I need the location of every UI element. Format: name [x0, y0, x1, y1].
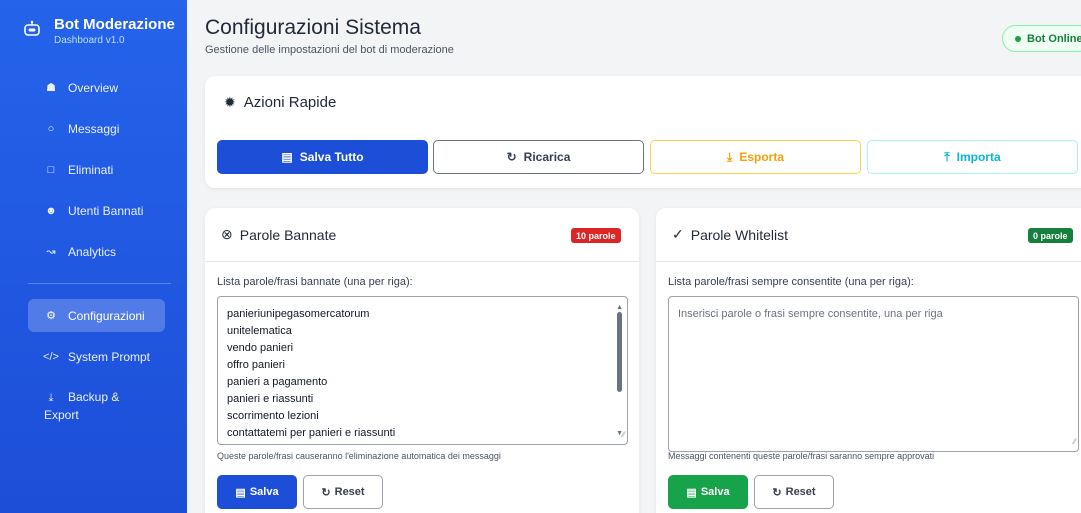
sidebar-item-system-prompt[interactable]: </> System Prompt — [28, 340, 165, 373]
banned-reset-label: Reset — [334, 486, 365, 498]
banned-save-label: Salva — [249, 486, 279, 498]
status-badge: Bot Online — [1002, 25, 1081, 52]
sidebar-item-label: Overview — [68, 80, 119, 95]
robot-icon — [24, 20, 40, 36]
whitelist-field-label: Lista parole/frasi sempre consentite (un… — [668, 276, 914, 288]
download-icon: ⤓ — [727, 149, 733, 164]
app-version: Dashboard v1.0 — [54, 35, 125, 46]
banned-line: scorrimento lezioni — [227, 410, 319, 422]
check-circle-icon: ✓ — [672, 226, 684, 242]
import-label: Importa — [956, 150, 1001, 164]
whitelist-title: Parole Whitelist — [690, 226, 788, 243]
user-ban-icon: ☻ — [45, 204, 57, 217]
page-subtitle: Gestione delle impostazioni del bot di m… — [205, 44, 454, 56]
banned-line: panieriunipegasomercatorum — [227, 308, 370, 320]
whitelist-textarea[interactable]: Inserisci parole o frasi sempre consenti… — [668, 296, 1079, 452]
whitelist-count-badge: 0 parole — [1028, 228, 1073, 243]
reload-button[interactable]: ↻ Ricarica — [433, 140, 644, 174]
banned-line: panieri e riassunti — [227, 393, 314, 405]
sidebar-item-label: Backup & — [68, 390, 120, 404]
banned-line: unitelematica — [227, 325, 292, 337]
refresh-icon: ↻ — [506, 150, 517, 164]
download-icon: ⤓ — [48, 392, 54, 404]
save-all-button[interactable]: ▤ Salva Tutto — [217, 140, 428, 174]
gear-icon: ⚙ — [46, 310, 56, 322]
x-circle-icon: ⊗ — [221, 226, 233, 242]
whitelist-help-text: Messaggi contenenti queste parole/frasi … — [668, 451, 935, 461]
whitelist-card: ✓ Parole Whitelist 0 parole Lista parole… — [656, 208, 1081, 513]
whitelist-reset-label: Reset — [785, 486, 816, 498]
home-icon: ☗ — [46, 82, 56, 94]
sidebar-item-label: Analytics — [68, 244, 117, 259]
banned-save-button[interactable]: ▤ Salva — [217, 475, 297, 509]
status-text: Bot Online — [1027, 32, 1081, 45]
sidebar-item-label: Messaggi — [68, 121, 120, 136]
banned-words-header: ⊗ Parole Bannate 10 parole — [205, 208, 639, 262]
chart-icon: ↝ — [46, 246, 56, 258]
banned-line: vendo panieri — [227, 342, 294, 354]
code-icon: </> — [43, 350, 59, 363]
export-label: Esporta — [739, 150, 784, 164]
save-icon: ▤ — [281, 150, 293, 164]
sidebar-item-label: Configurazioni — [68, 308, 145, 323]
banned-count-badge: 10 parole — [571, 228, 621, 243]
sidebar-item-overview[interactable]: ☗ Overview — [28, 71, 165, 104]
resize-handle-icon[interactable]: ∕∕ — [1073, 433, 1076, 450]
upload-icon: ⤒ — [944, 149, 950, 164]
sidebar-item-eliminati[interactable]: □ Eliminati — [28, 153, 165, 186]
banned-field-label: Lista parole/frasi bannate (una per riga… — [217, 276, 413, 288]
sidebar-item-utenti-bannati[interactable]: ☻ Utenti Bannati — [28, 194, 165, 227]
sidebar-item-configurazioni[interactable]: ⚙ Configurazioni — [28, 299, 165, 332]
whitelist-placeholder: Inserisci parole o frasi sempre consenti… — [678, 308, 943, 320]
scrollbar-thumb[interactable] — [617, 312, 622, 392]
app-title: Bot Moderazione — [54, 16, 175, 33]
lightning-icon: ✹ — [224, 94, 236, 110]
brand: Bot Moderazione Dashboard v1.0 — [0, 0, 187, 62]
sidebar: Bot Moderazione Dashboard v1.0 ☗ Overvie… — [0, 0, 187, 513]
sidebar-item-messaggi[interactable]: ○ Messaggi — [28, 112, 165, 145]
sidebar-item-label: Eliminati — [68, 162, 114, 177]
banned-line: contattatemi per panieri e riassunti — [227, 427, 396, 439]
whitelist-save-label: Salva — [700, 486, 730, 498]
whitelist-save-button[interactable]: ▤ Salva — [668, 475, 748, 509]
banned-reset-button[interactable]: ↻ Reset — [303, 475, 383, 509]
resize-handle-icon[interactable]: ∕∕ — [622, 426, 625, 443]
quick-actions-label: Azioni Rapide — [243, 94, 337, 111]
export-button[interactable]: ⤓ Esporta — [650, 140, 861, 174]
save-all-label: Salva Tutto — [299, 150, 364, 164]
reload-label: Ricarica — [523, 150, 571, 164]
save-icon: ▤ — [686, 486, 697, 499]
sidebar-item-label-line2: Export — [44, 408, 79, 422]
sidebar-item-label: System Prompt — [68, 349, 151, 364]
sidebar-item-backup-export[interactable]: ⤓ Backup & Export — [28, 389, 165, 425]
refresh-icon: ↻ — [772, 486, 782, 499]
quick-actions-card: ✹ Azioni Rapide ▤ Salva Tutto ↻ Ricarica… — [205, 76, 1081, 188]
status-dot-icon — [1015, 35, 1021, 42]
quick-actions-title: ✹ Azioni Rapide — [224, 94, 336, 111]
banned-words-card: ⊗ Parole Bannate 10 parole Lista parole/… — [205, 208, 639, 513]
import-button[interactable]: ⤒ Importa — [867, 140, 1078, 174]
banned-words-title: Parole Bannate — [239, 226, 337, 243]
refresh-icon: ↻ — [321, 486, 331, 499]
save-icon: ▤ — [235, 486, 246, 499]
banned-words-textarea[interactable]: panieriunipegasomercatorum unitelematica… — [217, 296, 628, 445]
nav-divider — [28, 283, 171, 284]
banned-help-text: Queste parole/frasi causeranno l'elimina… — [217, 451, 501, 461]
banned-line: panieri a pagamento — [227, 376, 328, 388]
sidebar-item-analytics[interactable]: ↝ Analytics — [28, 235, 165, 268]
whitelist-header: ✓ Parole Whitelist 0 parole — [656, 208, 1081, 262]
page-title: Configurazioni Sistema — [205, 16, 421, 39]
trash-icon: □ — [47, 163, 55, 176]
chat-icon: ○ — [47, 122, 55, 135]
banned-line: offro panieri — [227, 359, 285, 371]
sidebar-item-label: Utenti Bannati — [68, 203, 144, 218]
whitelist-reset-button[interactable]: ↻ Reset — [754, 475, 834, 509]
